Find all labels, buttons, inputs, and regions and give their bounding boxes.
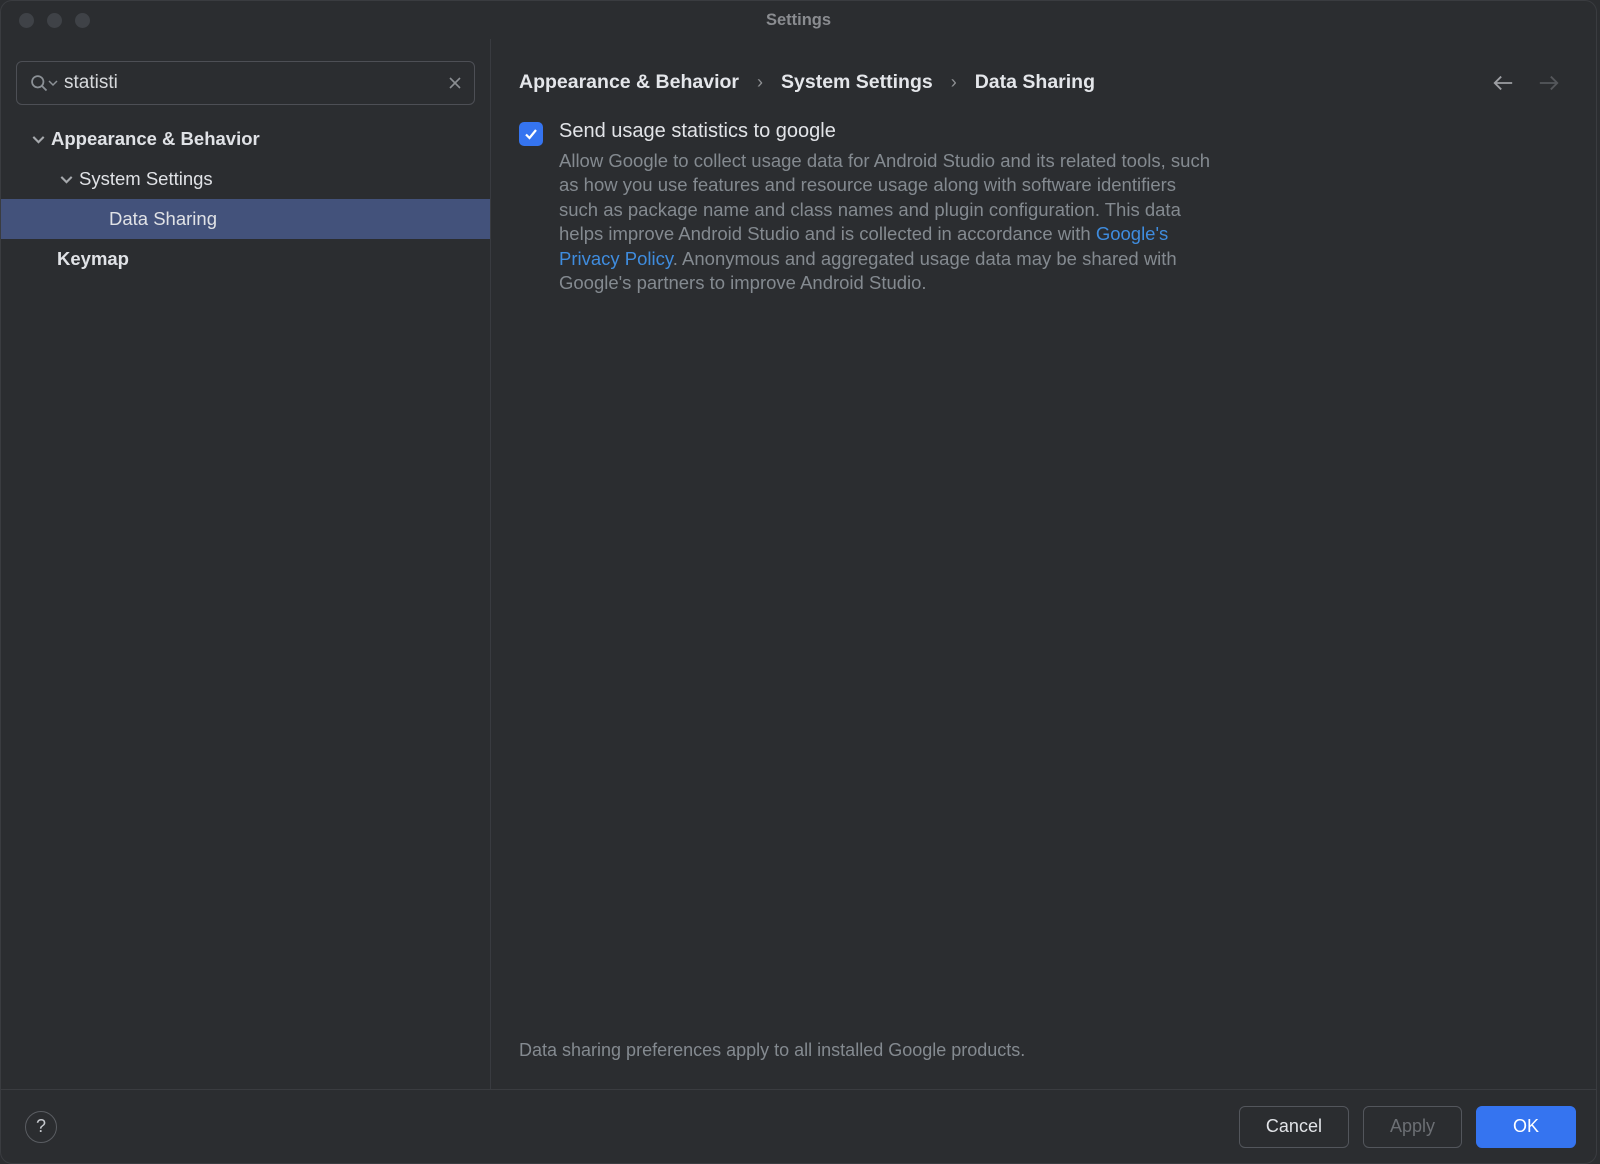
traffic-lights (19, 13, 90, 28)
cancel-button[interactable]: Cancel (1239, 1106, 1349, 1148)
breadcrumb-part[interactable]: Appearance & Behavior (519, 71, 739, 94)
search-input[interactable] (64, 72, 448, 94)
main-panel: Appearance & Behavior › System Settings … (491, 39, 1596, 1089)
breadcrumb: Appearance & Behavior › System Settings … (519, 71, 1095, 94)
maximize-icon[interactable] (75, 13, 90, 28)
sidebar-item-label: Appearance & Behavior (51, 128, 260, 150)
body-wrap: Appearance & Behavior System Settings Da… (1, 39, 1596, 1163)
sidebar-item-label: Data Sharing (109, 208, 217, 230)
settings-window: Settings (0, 0, 1597, 1164)
breadcrumb-part[interactable]: System Settings (781, 71, 933, 94)
search-wrap (1, 49, 490, 119)
sidebar-item-system-settings[interactable]: System Settings (1, 159, 490, 199)
breadcrumb-current: Data Sharing (975, 71, 1095, 94)
sidebar-item-data-sharing[interactable]: Data Sharing (1, 199, 490, 239)
breadcrumb-sep: › (951, 72, 957, 93)
settings-tree: Appearance & Behavior System Settings Da… (1, 119, 490, 1089)
chevron-down-icon (57, 173, 75, 186)
nav-arrows (1492, 74, 1560, 92)
checkbox-send-usage-statistics[interactable] (519, 122, 543, 146)
option-send-usage-statistics: Send usage statistics to google Allow Go… (519, 120, 1568, 295)
search-box[interactable] (16, 61, 475, 105)
option-label[interactable]: Send usage statistics to google (559, 120, 1568, 143)
chevron-down-icon (29, 133, 47, 146)
option-description: Allow Google to collect usage data for A… (559, 149, 1219, 295)
close-icon[interactable] (19, 13, 34, 28)
sidebar-item-label: System Settings (79, 168, 213, 190)
search-icon (29, 73, 58, 94)
main-body: Send usage statistics to google Allow Go… (491, 112, 1596, 1089)
content-split: Appearance & Behavior System Settings Da… (1, 39, 1596, 1089)
help-button[interactable]: ? (25, 1111, 57, 1143)
titlebar: Settings (1, 1, 1596, 39)
sidebar: Appearance & Behavior System Settings Da… (1, 39, 491, 1089)
apply-button: Apply (1363, 1106, 1462, 1148)
sidebar-item-keymap[interactable]: Keymap (1, 239, 490, 279)
header-row: Appearance & Behavior › System Settings … (491, 39, 1596, 112)
minimize-icon[interactable] (47, 13, 62, 28)
forward-icon (1538, 74, 1560, 92)
back-icon[interactable] (1492, 74, 1514, 92)
sidebar-item-appearance-behavior[interactable]: Appearance & Behavior (1, 119, 490, 159)
option-text: Send usage statistics to google Allow Go… (559, 120, 1568, 295)
help-icon: ? (36, 1116, 46, 1137)
ok-button[interactable]: OK (1476, 1106, 1576, 1148)
footer: ? Cancel Apply OK (1, 1089, 1596, 1163)
window-title: Settings (766, 11, 831, 30)
footer-note: Data sharing preferences apply to all in… (519, 1040, 1568, 1089)
check-icon (523, 126, 539, 142)
clear-icon[interactable] (448, 76, 462, 90)
breadcrumb-sep: › (757, 72, 763, 93)
sidebar-item-label: Keymap (57, 248, 129, 270)
